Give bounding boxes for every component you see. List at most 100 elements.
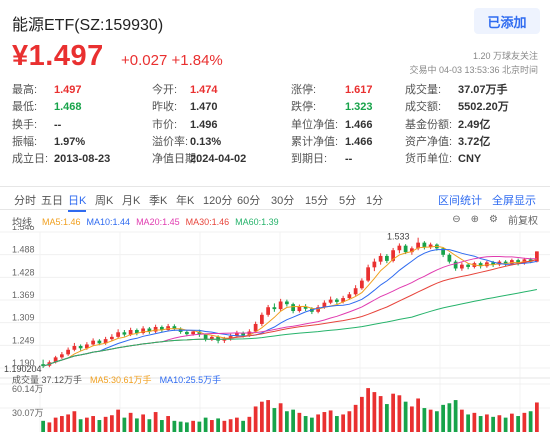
stat-label: 市价:	[152, 118, 178, 131]
tab-8[interactable]: 60分	[237, 192, 260, 208]
volume-bar	[478, 416, 483, 432]
range-stats-link[interactable]: 区间统计	[438, 192, 482, 208]
stat-value: 1.470	[190, 101, 218, 114]
stat-cell: 振幅: 1.97%	[12, 134, 152, 151]
price-tick-label: 1.428	[12, 267, 35, 277]
candle-body	[366, 267, 370, 281]
tab-6[interactable]: 年K	[176, 192, 194, 208]
volume-legend: 成交量 37.12万手 MA5:30.61万手 MA10:25.5万手	[12, 373, 221, 386]
ma-label: MA30:1.46	[185, 216, 230, 227]
volume-bar	[403, 401, 408, 432]
stats-row: 最高: 1.497 今开: 1.474 涨停: 1.617 成交量: 37.07万手	[12, 82, 542, 99]
volume-bar	[247, 416, 252, 432]
volume-bar	[216, 418, 220, 432]
stat-label: 资产净值:	[405, 135, 453, 148]
candle-body	[372, 261, 377, 268]
kline-chart[interactable]: 1.5481.4881.4281.3691.3091.2491.19060.14…	[0, 226, 550, 435]
stat-label: 到期日:	[291, 153, 328, 166]
stat-value: 37.07万手	[458, 84, 508, 96]
volume-bar	[72, 411, 77, 432]
stat-label: 货币单位:	[405, 153, 453, 166]
volume-bar	[328, 410, 333, 432]
ma20-line	[42, 256, 537, 367]
stats-row: 振幅: 1.97% 溢价率: 0.13% 累计净值: 1.466 资产净值: 3.72亿	[12, 134, 542, 151]
stat-cell: 累计净值: 1.466	[291, 134, 405, 151]
volume-bar	[53, 417, 58, 432]
stat-cell: 成立日: 2013-08-23	[12, 151, 152, 168]
candle-body	[378, 255, 383, 262]
stat-value: 1.323	[345, 101, 373, 114]
candle-body	[97, 340, 102, 344]
ma-label: MA60:1.39	[235, 216, 279, 227]
volume-bar	[203, 417, 208, 432]
tab-2[interactable]: 日K	[68, 192, 87, 212]
candle-body	[72, 345, 77, 350]
stat-cell: 到期日: --	[291, 151, 405, 168]
candle-body	[297, 306, 302, 312]
stat-label: 净值日期:	[152, 153, 200, 166]
tab-12[interactable]: 1分	[366, 192, 383, 208]
volume-bar	[391, 393, 395, 432]
tab-1[interactable]: 五日	[41, 192, 63, 208]
volume-bar	[97, 420, 102, 432]
ma-label: MA10:1.44	[86, 216, 131, 227]
volume-bar	[141, 414, 145, 432]
follow-button[interactable]: 已添加	[474, 8, 540, 34]
volume-bar	[416, 398, 420, 432]
stat-cell: 最低: 1.468	[12, 99, 152, 116]
candle-body	[122, 332, 127, 335]
volume-bar	[128, 412, 133, 432]
volume-bar	[235, 417, 239, 432]
stat-cell: 涨停: 1.617	[291, 82, 405, 99]
volume-bar	[241, 420, 245, 432]
volume-bar	[285, 411, 289, 432]
stat-cell: 最高: 1.497	[12, 82, 152, 99]
tab-10[interactable]: 15分	[305, 192, 328, 208]
tab-11[interactable]: 5分	[339, 192, 356, 208]
stat-label: 成交量:	[405, 84, 442, 96]
volume-bar	[110, 415, 114, 432]
volume-bar	[491, 416, 495, 432]
volume-bar	[210, 420, 214, 432]
settings-icon[interactable]: ⚙	[489, 214, 498, 225]
chart-toolbar: ⊖ ⊕ ⚙ 前复权	[452, 212, 538, 227]
volume-bar	[422, 408, 427, 432]
stat-label: 最低:	[12, 101, 38, 114]
volume-bar	[122, 417, 127, 432]
tab-9[interactable]: 30分	[271, 192, 294, 208]
volume-bar	[397, 395, 402, 432]
stat-label: 最高:	[12, 84, 38, 96]
volume-bar	[185, 422, 189, 432]
volume-bar	[360, 396, 364, 432]
candle-body	[91, 340, 95, 345]
volume-bar	[353, 404, 358, 432]
stat-cell: 净值日期: 2024-04-02	[152, 151, 291, 168]
stat-value: 1.617	[345, 84, 373, 96]
stat-value: 0.13%	[190, 135, 222, 148]
ma30-line	[42, 259, 538, 367]
candle-body	[66, 349, 70, 355]
stat-cell: 溢价率: 0.13%	[152, 134, 291, 151]
volume-bar	[410, 406, 414, 432]
volume-bar	[428, 409, 433, 432]
stats-row: 成立日: 2013-08-23 净值日期: 2024-04-02 到期日: -- 货币单位:…	[12, 151, 542, 168]
tab-4[interactable]: 月K	[122, 192, 140, 208]
tab-5[interactable]: 季K	[149, 192, 167, 208]
volume-bar	[316, 414, 320, 432]
quote-stats-grid: 最高: 1.497 今开: 1.474 涨停: 1.617 成交量: 37.07万手 最低: 1.…	[12, 82, 542, 168]
volume-bar	[191, 420, 195, 432]
adjust-mode-toggle[interactable]: 前复权	[508, 212, 538, 227]
zoom-in-icon[interactable]: ⊕	[471, 214, 479, 225]
zoom-out-icon[interactable]: ⊖	[452, 214, 460, 225]
tab-0[interactable]: 分时	[14, 192, 36, 208]
tab-7[interactable]: 120分	[203, 192, 232, 208]
volume-bar	[266, 400, 270, 432]
tab-3[interactable]: 周K	[95, 192, 113, 208]
candle-body	[335, 299, 339, 302]
volume-bar	[510, 413, 514, 432]
candle-body	[447, 254, 452, 262]
price-tick-label: 1.548	[12, 226, 35, 232]
volume-bar	[166, 416, 170, 432]
fullscreen-link[interactable]: 全屏显示	[492, 192, 536, 208]
volume-bar	[485, 414, 489, 432]
